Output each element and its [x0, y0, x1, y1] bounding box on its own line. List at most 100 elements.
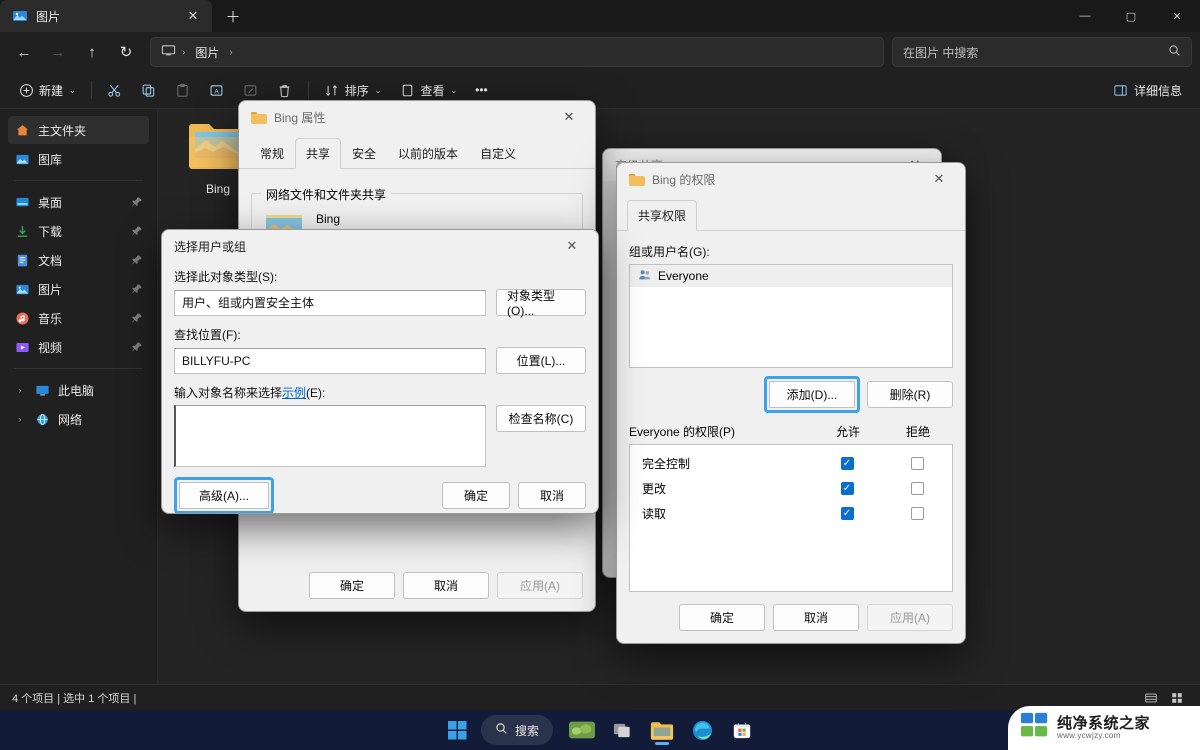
tab-security[interactable]: 安全	[341, 138, 387, 169]
search-input[interactable]: 在图片 中搜索	[892, 37, 1192, 67]
browser-tab[interactable]: 图片 ✕	[0, 0, 212, 32]
copy-button[interactable]	[133, 76, 165, 104]
sidebar-item-desktop[interactable]: 桌面	[8, 188, 149, 216]
tab-general[interactable]: 常规	[249, 138, 295, 169]
pin-icon-4[interactable]	[131, 283, 143, 295]
remove-user-button[interactable]: 删除(R)	[867, 381, 953, 408]
details-view-button[interactable]	[1140, 689, 1162, 707]
this-pc-icon	[161, 43, 176, 61]
tab-share-permissions[interactable]: 共享权限	[627, 200, 698, 231]
column-allow: 允许	[835, 425, 860, 439]
pin-icon-3[interactable]	[131, 254, 143, 266]
deny-cell-read[interactable]	[882, 507, 952, 520]
sidebar-item-network[interactable]: › 网络	[8, 405, 149, 433]
location-button[interactable]: 位置(L)...	[496, 347, 586, 374]
microsoft-store-button[interactable]	[725, 713, 759, 747]
new-button[interactable]: 新建 ⌄	[10, 76, 84, 104]
sidebar-item-gallery[interactable]: 图库	[8, 145, 149, 173]
new-tab-button[interactable]: ＋	[222, 5, 244, 27]
paste-button[interactable]	[167, 76, 199, 104]
widgets-button[interactable]	[565, 713, 599, 747]
advanced-button-highlight: 高级(A)...	[174, 477, 274, 513]
select-users-cancel-button[interactable]: 取消	[518, 482, 586, 509]
list-item-everyone[interactable]: Everyone	[630, 265, 952, 287]
start-button[interactable]	[441, 713, 475, 747]
permission-row-change[interactable]: 更改	[630, 476, 952, 501]
sidebar-item-downloads[interactable]: 下载	[8, 217, 149, 245]
permissions-listbox[interactable]: 完全控制 更改 读取	[629, 444, 953, 592]
cut-button[interactable]	[99, 76, 131, 104]
pin-icon[interactable]	[131, 196, 143, 208]
select-users-ok-button[interactable]: 确定	[442, 482, 510, 509]
deny-cell-change[interactable]	[882, 482, 952, 495]
sidebar-item-music[interactable]: 音乐	[8, 304, 149, 332]
deny-checkbox-change[interactable]	[910, 482, 924, 495]
check-names-button[interactable]: 检查名称(C)	[496, 405, 586, 432]
deny-checkbox-full-control[interactable]	[910, 457, 924, 470]
properties-cancel-button[interactable]: 取消	[403, 572, 489, 599]
sidebar-item-this-pc[interactable]: › 此电脑	[8, 376, 149, 404]
object-names-input[interactable]	[174, 405, 486, 467]
pin-icon-2[interactable]	[131, 225, 143, 237]
chevron-right-icon-2[interactable]: ›	[14, 415, 26, 424]
sidebar-item-pictures[interactable]: 图片	[8, 275, 149, 303]
minimize-button[interactable]: —	[1062, 0, 1108, 32]
object-type-value[interactable]: 用户、组或内置安全主体	[174, 289, 486, 316]
tab-previous-versions[interactable]: 以前的版本	[387, 138, 469, 169]
back-button[interactable]: ←	[8, 37, 40, 67]
advanced-button[interactable]: 高级(A)...	[179, 482, 269, 509]
maximize-button[interactable]: ▢	[1108, 0, 1154, 32]
allow-checkbox-change[interactable]	[840, 482, 854, 495]
sidebar-item-videos[interactable]: 视频	[8, 333, 149, 361]
tab-customize[interactable]: 自定义	[469, 138, 527, 169]
permissions-cancel-button[interactable]: 取消	[773, 604, 859, 631]
tab-sharing[interactable]: 共享	[295, 138, 342, 169]
window-controls: — ▢ ✕	[1062, 0, 1200, 32]
pin-icon-6[interactable]	[131, 341, 143, 353]
permission-row-full-control[interactable]: 完全控制	[630, 451, 952, 476]
permissions-ok-button[interactable]: 确定	[679, 604, 765, 631]
close-icon[interactable]: ✕	[182, 5, 204, 27]
task-view-button[interactable]	[605, 713, 639, 747]
edge-button[interactable]	[685, 713, 719, 747]
add-user-button[interactable]: 添加(D)...	[769, 381, 855, 408]
file-explorer-button[interactable]	[645, 713, 679, 747]
users-group-icon	[638, 268, 652, 285]
refresh-button[interactable]: ↻	[110, 37, 142, 67]
sidebar-item-documents[interactable]: 文档	[8, 246, 149, 274]
deny-cell-full-control[interactable]	[882, 457, 952, 470]
users-listbox[interactable]: Everyone	[629, 264, 953, 368]
allow-cell-read[interactable]	[812, 507, 882, 520]
large-icons-view-button[interactable]	[1166, 689, 1188, 707]
permissions-close-icon[interactable]: ✕	[919, 164, 959, 194]
sidebar-item-home[interactable]: 主文件夹	[8, 116, 149, 144]
rename-button[interactable]: A	[201, 76, 233, 104]
pin-icon-5[interactable]	[131, 312, 143, 324]
allow-cell-full-control[interactable]	[812, 457, 882, 470]
sidebar-label-gallery: 图库	[38, 152, 63, 167]
allow-checkbox-read[interactable]	[840, 507, 854, 520]
close-button[interactable]: ✕	[1154, 0, 1200, 32]
examples-link[interactable]: 示例	[282, 386, 306, 400]
status-sep-1: |	[57, 692, 61, 705]
location-value[interactable]: BILLYFU-PC	[174, 347, 486, 374]
object-type-button[interactable]: 对象类型(O)...	[496, 289, 586, 318]
permission-row-read[interactable]: 读取	[630, 501, 952, 526]
select-users-close-icon[interactable]: ✕	[552, 231, 592, 261]
properties-close-icon[interactable]: ✕	[549, 102, 589, 132]
allow-checkbox-full-control[interactable]	[840, 457, 854, 470]
allow-cell-change[interactable]	[812, 482, 882, 495]
details-pane-button[interactable]: 详细信息	[1105, 76, 1190, 104]
breadcrumb-item[interactable]: 图片	[191, 42, 223, 63]
chevron-right-icon[interactable]: ›	[14, 386, 26, 395]
taskbar-search[interactable]: 搜索	[480, 715, 553, 745]
address-bar[interactable]: › 图片 ›	[150, 37, 884, 67]
object-type-label: 选择此对象类型(S):	[174, 270, 278, 284]
permission-name-read: 读取	[642, 507, 667, 521]
user-name: Everyone	[658, 269, 709, 283]
deny-checkbox-read[interactable]	[910, 507, 924, 520]
up-button[interactable]: ↑	[76, 37, 108, 67]
scissors-icon	[107, 82, 123, 98]
permissions-tab-strip: 共享权限	[617, 199, 965, 231]
properties-ok-button[interactable]: 确定	[309, 572, 395, 599]
